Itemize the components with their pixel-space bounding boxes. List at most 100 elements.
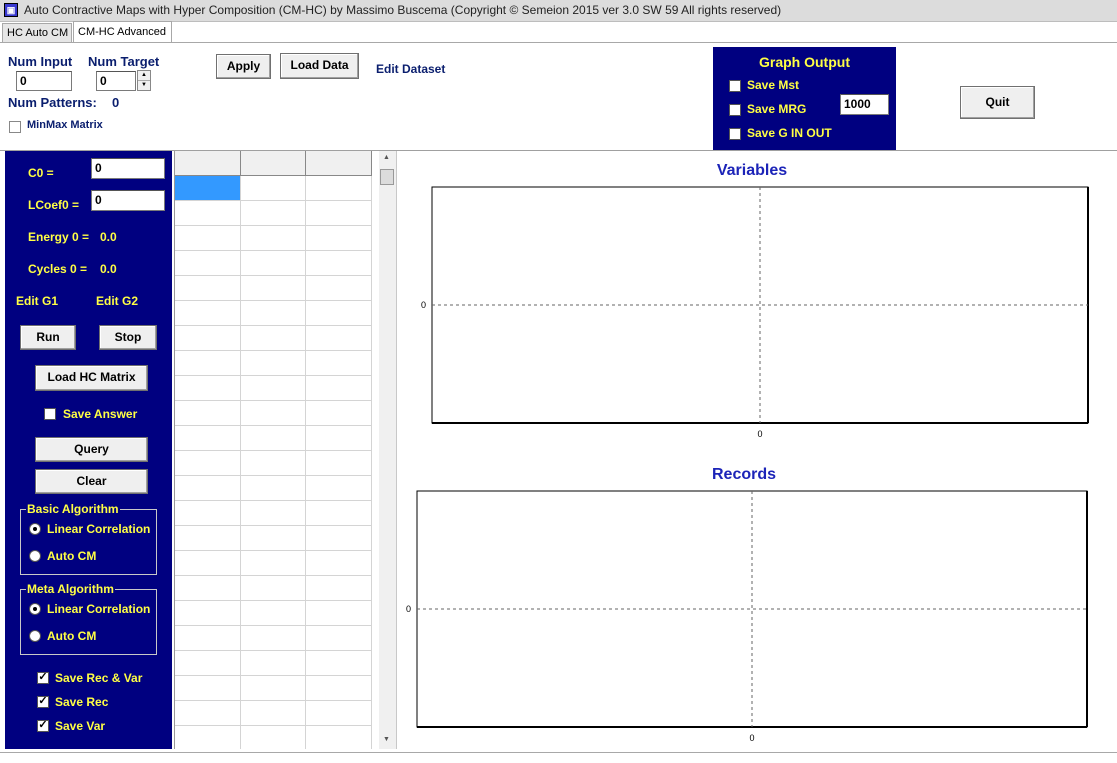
- grid-cell[interactable]: [241, 401, 306, 426]
- grid-cell[interactable]: [175, 401, 241, 426]
- apply-button[interactable]: Apply: [216, 54, 271, 79]
- grid-cell[interactable]: [306, 301, 372, 326]
- scroll-down-icon[interactable]: ▼: [383, 736, 390, 743]
- save-mrg-checkbox[interactable]: [729, 104, 741, 116]
- edit-g2-link[interactable]: Edit G2: [96, 294, 138, 308]
- save-mst-checkbox[interactable]: [729, 80, 741, 92]
- grid-cell[interactable]: [241, 451, 306, 476]
- num-target-stepper[interactable]: ▲ ▼: [137, 70, 151, 91]
- grid-cell[interactable]: [306, 176, 372, 201]
- grid-header-cell[interactable]: [306, 151, 372, 176]
- grid-cell[interactable]: [241, 376, 306, 401]
- run-button[interactable]: Run: [20, 325, 76, 350]
- meta-auto-cm-radio[interactable]: [29, 630, 41, 642]
- grid-cell[interactable]: [175, 651, 241, 676]
- grid-cell[interactable]: [306, 351, 372, 376]
- grid-cell[interactable]: [306, 476, 372, 501]
- grid-cell[interactable]: [306, 726, 372, 749]
- save-answer-checkbox[interactable]: [44, 408, 56, 420]
- c0-field[interactable]: 0: [91, 158, 165, 179]
- grid-cell[interactable]: [306, 526, 372, 551]
- scroll-up-icon[interactable]: ▲: [383, 154, 390, 161]
- grid-cell[interactable]: [306, 651, 372, 676]
- grid-header-cell[interactable]: [241, 151, 306, 176]
- grid-header-cell[interactable]: [175, 151, 241, 176]
- data-grid[interactable]: [174, 151, 372, 749]
- grid-cell[interactable]: [306, 401, 372, 426]
- grid-cell[interactable]: [241, 601, 306, 626]
- grid-cell[interactable]: [175, 476, 241, 501]
- grid-cell[interactable]: [306, 376, 372, 401]
- grid-cell[interactable]: [175, 676, 241, 701]
- grid-cell[interactable]: [306, 451, 372, 476]
- grid-cell[interactable]: [175, 501, 241, 526]
- grid-cell[interactable]: [306, 701, 372, 726]
- grid-cell[interactable]: [175, 176, 241, 201]
- tab-hc-auto-cm[interactable]: HC Auto CM: [2, 23, 72, 42]
- grid-cell[interactable]: [175, 301, 241, 326]
- grid-cell[interactable]: [175, 701, 241, 726]
- scroll-thumb[interactable]: [380, 169, 394, 185]
- grid-cell[interactable]: [175, 276, 241, 301]
- grid-cell[interactable]: [175, 626, 241, 651]
- lcoef0-field[interactable]: 0: [91, 190, 165, 211]
- save-var-checkbox[interactable]: ✓: [37, 720, 49, 732]
- grid-cell[interactable]: [306, 576, 372, 601]
- save-rec-var-checkbox[interactable]: ✓: [37, 672, 49, 684]
- load-data-button[interactable]: Load Data: [280, 53, 359, 79]
- grid-cell[interactable]: [241, 676, 306, 701]
- grid-cell[interactable]: [241, 276, 306, 301]
- grid-cell[interactable]: [175, 351, 241, 376]
- grid-cell[interactable]: [175, 526, 241, 551]
- grid-cell[interactable]: [306, 501, 372, 526]
- grid-cell[interactable]: [306, 251, 372, 276]
- grid-cell[interactable]: [306, 226, 372, 251]
- grid-cell[interactable]: [241, 526, 306, 551]
- grid-cell[interactable]: [175, 601, 241, 626]
- stop-button[interactable]: Stop: [99, 325, 157, 350]
- grid-cell[interactable]: [175, 551, 241, 576]
- grid-cell[interactable]: [175, 726, 241, 749]
- save-g-in-out-checkbox[interactable]: [729, 128, 741, 140]
- grid-cell[interactable]: [175, 576, 241, 601]
- minmax-checkbox[interactable]: [9, 121, 21, 133]
- grid-cell[interactable]: [241, 551, 306, 576]
- grid-cell[interactable]: [175, 376, 241, 401]
- grid-cell[interactable]: [241, 226, 306, 251]
- grid-cell[interactable]: [175, 426, 241, 451]
- grid-cell[interactable]: [306, 601, 372, 626]
- basic-linear-correlation-radio[interactable]: [29, 523, 41, 535]
- save-rec-checkbox[interactable]: ✓: [37, 696, 49, 708]
- grid-cell[interactable]: [241, 576, 306, 601]
- chevron-down-icon[interactable]: ▼: [138, 81, 150, 90]
- grid-cell[interactable]: [241, 301, 306, 326]
- grid-cell[interactable]: [306, 551, 372, 576]
- num-input-field[interactable]: 0: [16, 71, 72, 91]
- grid-cell[interactable]: [175, 326, 241, 351]
- grid-cell[interactable]: [175, 201, 241, 226]
- quit-button[interactable]: Quit: [960, 86, 1035, 119]
- grid-cell[interactable]: [175, 451, 241, 476]
- grid-cell[interactable]: [175, 226, 241, 251]
- mrg-value-field[interactable]: 1000: [840, 94, 889, 115]
- grid-cell[interactable]: [241, 351, 306, 376]
- grid-cell[interactable]: [306, 426, 372, 451]
- grid-cell[interactable]: [241, 176, 306, 201]
- grid-cell[interactable]: [241, 501, 306, 526]
- grid-cell[interactable]: [241, 701, 306, 726]
- grid-cell[interactable]: [175, 251, 241, 276]
- clear-button[interactable]: Clear: [35, 469, 148, 494]
- grid-cell[interactable]: [241, 726, 306, 749]
- grid-cell[interactable]: [241, 326, 306, 351]
- meta-linear-correlation-radio[interactable]: [29, 603, 41, 615]
- num-target-field[interactable]: 0: [96, 71, 136, 91]
- tab-cm-hc-advanced[interactable]: CM-HC Advanced: [73, 21, 172, 42]
- grid-cell[interactable]: [306, 201, 372, 226]
- grid-cell[interactable]: [241, 626, 306, 651]
- grid-cell[interactable]: [241, 476, 306, 501]
- grid-scrollbar[interactable]: ▲ ▼: [379, 151, 396, 749]
- chevron-up-icon[interactable]: ▲: [138, 71, 150, 81]
- grid-cell[interactable]: [241, 201, 306, 226]
- grid-cell[interactable]: [241, 651, 306, 676]
- grid-cell[interactable]: [306, 676, 372, 701]
